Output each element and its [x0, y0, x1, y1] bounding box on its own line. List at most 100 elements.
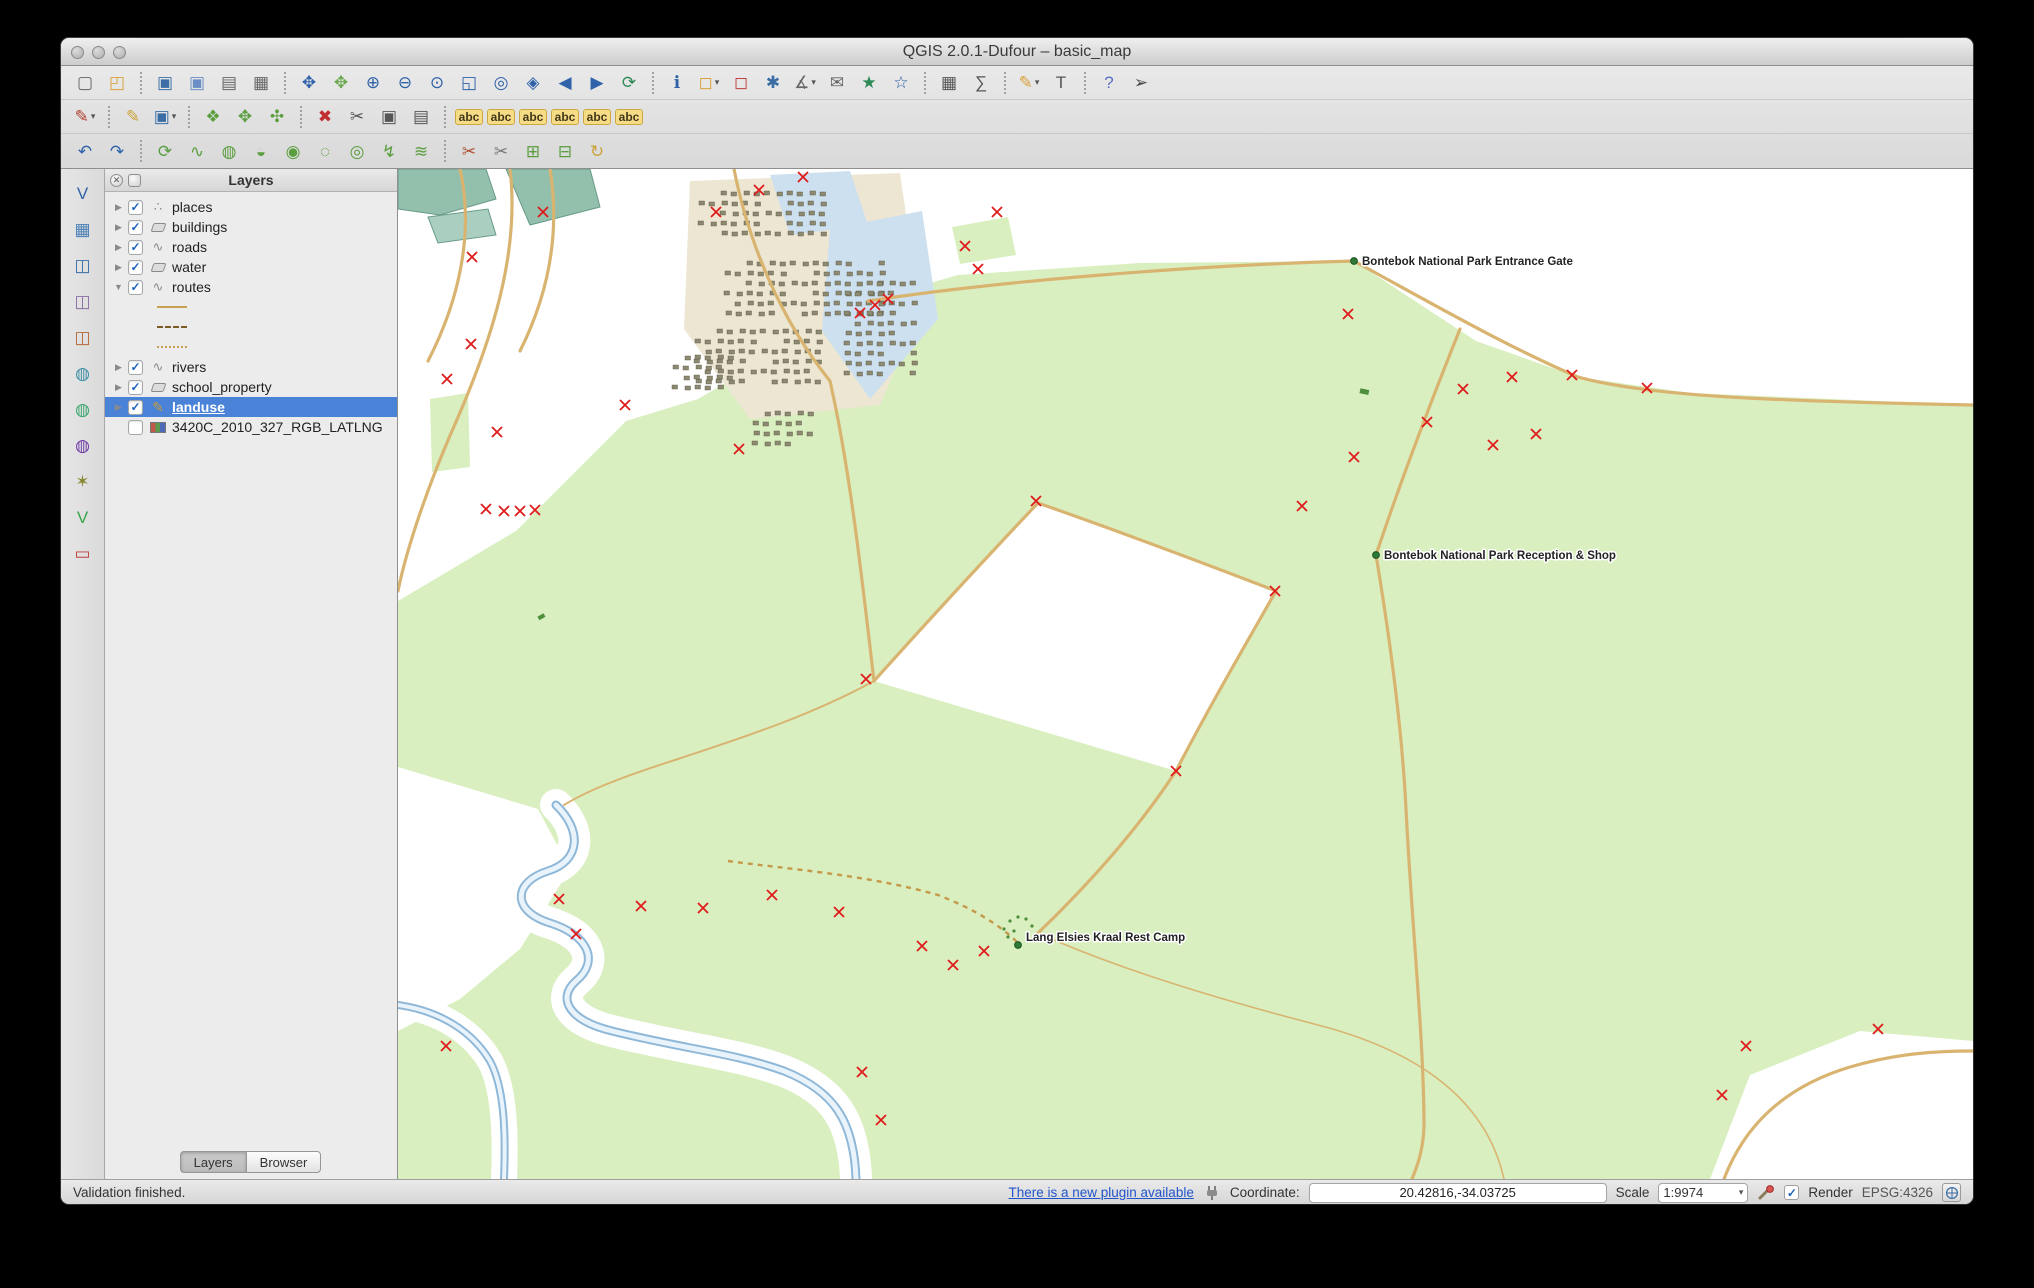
current-edits-button[interactable]: ✎▾	[70, 103, 100, 131]
zoom-in-button[interactable]: ⊕	[358, 69, 388, 97]
zoom-to-selection-button[interactable]: ◎	[486, 69, 516, 97]
label-settings-button[interactable]: abc	[486, 103, 516, 131]
panel-undock-icon[interactable]	[128, 174, 141, 187]
remove-layer-button[interactable]: ▭	[68, 539, 98, 567]
layer-visibility-checkbox[interactable]: ✓	[128, 400, 143, 415]
move-label-button[interactable]: abc	[582, 103, 612, 131]
layer-visibility-checkbox[interactable]: ✓	[128, 240, 143, 255]
merge-attributes-button[interactable]: ⊟	[550, 137, 580, 165]
legend-swatch-row[interactable]	[105, 337, 397, 357]
save-layer-edits-button[interactable]: ▣▾	[150, 103, 180, 131]
zoom-native-button[interactable]: ⊙	[422, 69, 452, 97]
add-feature-button[interactable]: ❖	[198, 103, 228, 131]
expand-arrow-icon[interactable]: ▶	[111, 262, 126, 273]
merge-features-button[interactable]: ⊞	[518, 137, 548, 165]
layer-item-water[interactable]: ▶✓water	[105, 257, 397, 277]
deselect-features-button[interactable]: ◻	[726, 69, 756, 97]
rotate-label-button[interactable]: abc	[614, 103, 644, 131]
new-bookmark-button[interactable]: ★	[854, 69, 884, 97]
legend-swatch-row[interactable]	[105, 317, 397, 337]
paste-features-button[interactable]: ▤	[406, 103, 436, 131]
add-part-button[interactable]: ◒	[246, 137, 276, 165]
add-spatialite-layer-button[interactable]: ◫	[68, 287, 98, 315]
select-features-dropdown-arrow[interactable]: ▾	[715, 77, 720, 88]
whats-this-button[interactable]: ➢	[1126, 69, 1156, 97]
labeling-button[interactable]: abc	[454, 103, 484, 131]
annotation-dropdown-arrow[interactable]: ▾	[1035, 77, 1040, 88]
add-delimited-text-layer-button[interactable]: ✶	[68, 467, 98, 495]
expand-arrow-icon[interactable]: ▼	[111, 282, 126, 292]
split-parts-button[interactable]: ✂	[486, 137, 516, 165]
add-vector-layer-button[interactable]: V	[68, 179, 98, 207]
measure-line-button[interactable]: ∡▾	[790, 69, 820, 97]
layer-item-rivers[interactable]: ▶✓∿rivers	[105, 357, 397, 377]
move-feature-button[interactable]: ✥	[230, 103, 260, 131]
delete-ring-button[interactable]: ◌	[310, 137, 340, 165]
new-project-button[interactable]: ▢	[70, 69, 100, 97]
layer-visibility-checkbox[interactable]: ✓	[128, 260, 143, 275]
composer-manager-button[interactable]: ▦	[246, 69, 276, 97]
expand-arrow-icon[interactable]: ▶	[111, 402, 126, 413]
plugin-link[interactable]: There is a new plugin available	[1008, 1185, 1193, 1200]
layer-item-school_property[interactable]: ▶✓school_property	[105, 377, 397, 397]
reshape-features-button[interactable]: ↯	[374, 137, 404, 165]
zoom-to-layer-button[interactable]: ◈	[518, 69, 548, 97]
node-tool-button[interactable]: ✣	[262, 103, 292, 131]
open-project-button[interactable]: ◰	[102, 69, 132, 97]
select-features-button[interactable]: ◻▾	[694, 69, 724, 97]
rotate-point-symbols-button[interactable]: ↻	[582, 137, 612, 165]
offset-curve-button[interactable]: ≋	[406, 137, 436, 165]
zoom-next-button[interactable]: ▶	[582, 69, 612, 97]
layer-item-roads[interactable]: ▶✓∿roads	[105, 237, 397, 257]
legend-swatch-row[interactable]	[105, 297, 397, 317]
layer-visibility-checkbox[interactable]	[128, 420, 143, 435]
layer-visibility-checkbox[interactable]: ✓	[128, 200, 143, 215]
window-titlebar[interactable]: QGIS 2.0.1-Dufour – basic_map	[61, 38, 1973, 66]
simplify-feature-button[interactable]: ∿	[182, 137, 212, 165]
close-window-button[interactable]	[71, 46, 84, 59]
text-annotation-button[interactable]: T	[1046, 69, 1076, 97]
identify-features-button[interactable]: ℹ	[662, 69, 692, 97]
layer-item-3420C_2010_327_RGB_LATLNG[interactable]: 3420C_2010_327_RGB_LATLNG	[105, 417, 397, 437]
layer-item-landuse[interactable]: ▶✓✎landuse	[105, 397, 397, 417]
undo-button[interactable]: ↶	[70, 137, 100, 165]
layer-visibility-checkbox[interactable]: ✓	[128, 220, 143, 235]
current-edits-dropdown-arrow[interactable]: ▾	[91, 111, 96, 122]
tab-layers[interactable]: Layers	[180, 1151, 247, 1173]
add-raster-layer-button[interactable]: ▦	[68, 215, 98, 243]
add-wms-layer-button[interactable]: ◍	[68, 359, 98, 387]
layer-visibility-checkbox[interactable]: ✓	[128, 380, 143, 395]
scale-combo[interactable]: 1:9974 ▾	[1658, 1183, 1748, 1203]
zoom-window-button[interactable]	[113, 46, 126, 59]
refresh-map-button[interactable]: ⟳	[614, 69, 644, 97]
coordinate-input[interactable]	[1309, 1183, 1607, 1203]
fill-ring-button[interactable]: ◉	[278, 137, 308, 165]
tab-browser[interactable]: Browser	[246, 1151, 322, 1173]
render-checkbox[interactable]: ✓	[1784, 1185, 1799, 1200]
minimize-window-button[interactable]	[92, 46, 105, 59]
new-shapefile-layer-button[interactable]: V	[68, 503, 98, 531]
save-layer-edits-dropdown-arrow[interactable]: ▾	[172, 111, 177, 122]
annotation-button[interactable]: ✎▾	[1014, 69, 1044, 97]
layer-visibility-checkbox[interactable]: ✓	[128, 280, 143, 295]
panel-close-icon[interactable]: ✕	[110, 174, 123, 187]
layer-item-routes[interactable]: ▼✓∿routes	[105, 277, 397, 297]
save-project-as-button[interactable]: ▣	[182, 69, 212, 97]
rotate-feature-button[interactable]: ⟳	[150, 137, 180, 165]
expand-arrow-icon[interactable]: ▶	[111, 362, 126, 373]
pin-labels-button[interactable]: abc	[518, 103, 548, 131]
show-bookmarks-button[interactable]: ☆	[886, 69, 916, 97]
map-tips-button[interactable]: ✉	[822, 69, 852, 97]
layer-visibility-checkbox[interactable]: ✓	[128, 360, 143, 375]
expand-arrow-icon[interactable]: ▶	[111, 222, 126, 233]
attribute-table-button[interactable]: ▦	[934, 69, 964, 97]
add-postgis-layer-button[interactable]: ◫	[68, 251, 98, 279]
toggle-editing-button[interactable]: ✎	[118, 103, 148, 131]
delete-selected-button[interactable]: ✖	[310, 103, 340, 131]
cut-features-button[interactable]: ✂	[342, 103, 372, 131]
add-wcs-layer-button[interactable]: ◍	[68, 395, 98, 423]
measure-line-dropdown-arrow[interactable]: ▾	[811, 77, 816, 88]
select-by-expression-button[interactable]: ✱	[758, 69, 788, 97]
expand-arrow-icon[interactable]: ▶	[111, 242, 126, 253]
delete-part-button[interactable]: ◎	[342, 137, 372, 165]
